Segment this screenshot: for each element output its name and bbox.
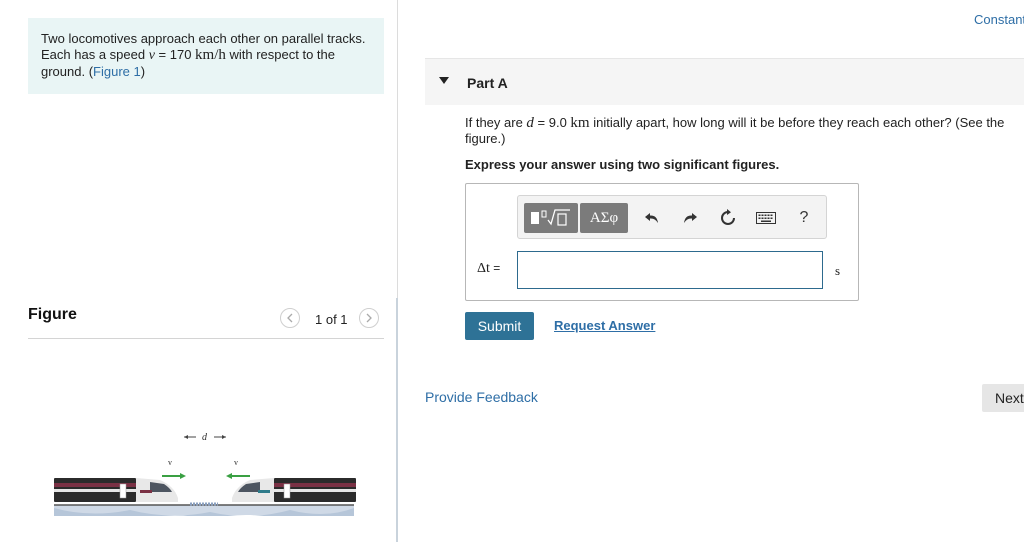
velocity-label-left: v xyxy=(168,458,172,467)
right-locomotive xyxy=(232,478,356,502)
page: Two locomotives approach each other on p… xyxy=(0,0,1024,542)
figure-counter: 1 of 1 xyxy=(315,312,348,327)
figure-header: Figure 1 of 1 xyxy=(28,304,384,339)
problem-statement: Two locomotives approach each other on p… xyxy=(28,18,384,94)
reset-icon xyxy=(721,209,735,225)
problem-text-3: ) xyxy=(140,64,146,79)
redo-button[interactable] xyxy=(678,207,702,229)
chevron-right-icon xyxy=(366,313,372,323)
answer-equals: = xyxy=(489,261,501,275)
undo-icon xyxy=(645,213,658,223)
reset-button[interactable] xyxy=(716,207,740,229)
redo-icon xyxy=(684,213,697,223)
templates-icon xyxy=(531,209,570,226)
speed-unit: km/h xyxy=(195,47,226,63)
figure-link[interactable]: Figure 1 xyxy=(93,64,141,79)
distance-label: d xyxy=(202,432,208,443)
constants-link[interactable]: Constant xyxy=(974,12,1024,27)
provide-feedback-link[interactable]: Provide Feedback xyxy=(425,389,538,405)
answer-box: ΑΣφ ? Δt = s xyxy=(465,183,859,301)
greek-symbols-button[interactable]: ΑΣφ xyxy=(580,203,628,233)
help-button[interactable]: ? xyxy=(792,207,816,229)
panel-resize-handle[interactable] xyxy=(396,298,398,542)
answer-unit: s xyxy=(835,263,841,278)
next-button[interactable]: Next xyxy=(982,384,1024,412)
request-answer-link[interactable]: Request Answer xyxy=(554,318,655,333)
figure-title: Figure xyxy=(28,306,77,323)
caret-down-icon xyxy=(439,77,449,84)
figure-prev-button[interactable] xyxy=(280,308,300,328)
left-locomotive xyxy=(54,478,178,502)
part-title: Part A xyxy=(467,75,508,91)
question-text-2: = 9.0 xyxy=(533,115,571,130)
answer-input[interactable] xyxy=(517,251,823,289)
submit-button[interactable]: Submit xyxy=(465,312,534,340)
math-toolbar: ΑΣφ ? xyxy=(517,195,827,239)
answer-variable: Δt xyxy=(477,261,490,276)
keyboard-button[interactable] xyxy=(754,207,778,229)
velocity-label-right: v xyxy=(234,458,238,467)
figure-next-button[interactable] xyxy=(359,308,379,328)
part-a-header[interactable]: Part A xyxy=(425,58,1024,105)
undo-button[interactable] xyxy=(640,207,664,229)
chevron-left-icon xyxy=(287,313,293,323)
question-text: If they are d = 9.0 km initially apart, … xyxy=(465,115,1020,147)
keyboard-icon xyxy=(756,212,776,224)
answer-instruction: Express your answer using two significan… xyxy=(465,157,780,172)
left-panel: Two locomotives approach each other on p… xyxy=(0,0,398,542)
locomotives-figure[interactable]: d v v xyxy=(50,420,360,530)
distance-symbol: d xyxy=(526,115,534,131)
templates-button[interactable] xyxy=(524,203,578,233)
speed-value: = 170 xyxy=(154,47,196,62)
answer-variable-label: Δt = xyxy=(477,261,500,277)
distance-unit: km xyxy=(570,115,590,131)
question-text-1: If they are xyxy=(465,115,527,130)
